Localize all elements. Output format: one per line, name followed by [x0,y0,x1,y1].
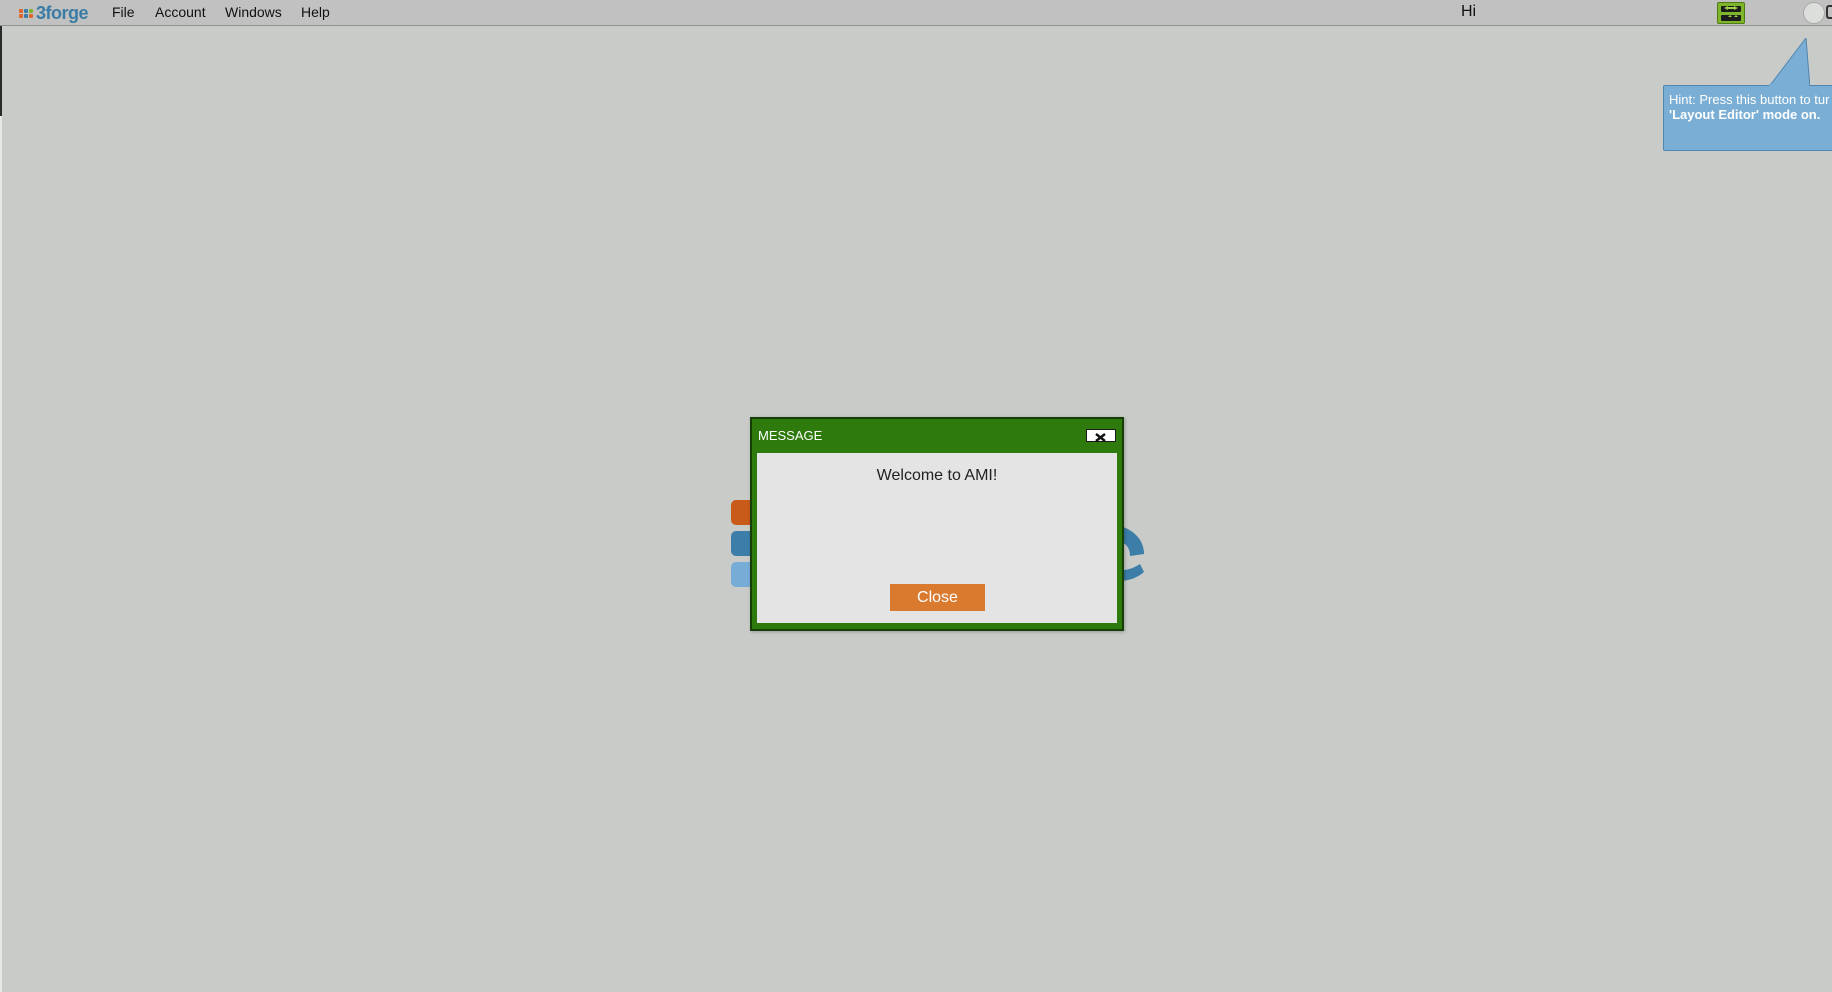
panel-edge-icon[interactable] [1826,5,1832,19]
app-logo[interactable]: 3forge [19,2,89,23]
hint-line-1: Hint: Press this button to tur [1669,92,1830,107]
left-edge-marker [0,26,2,116]
menu-file[interactable]: File [112,4,135,20]
message-dialog: MESSAGE Welcome to AMI! Close [750,417,1124,631]
dialog-message: Welcome to AMI! [876,467,998,484]
hint-bubble: Hint: Press this button to tur 'Layout E… [1663,30,1832,155]
hint-pointer-icon [1768,38,1810,88]
close-icon [1095,433,1106,442]
user-greeting: Hi [1461,3,1477,20]
menu-account[interactable]: Account [155,4,206,20]
close-button[interactable]: Close [890,584,985,611]
layout-editor-button[interactable] [1717,2,1745,24]
layout-arrows-icon [1724,6,1738,17]
left-edge-track [0,116,2,992]
hint-joint [1769,84,1809,88]
logo-text: 3forge [36,2,89,23]
menu-help[interactable]: Help [301,4,330,20]
logo-dots-icon [19,8,33,18]
menu-windows[interactable]: Windows [225,4,282,20]
hint-text-box: Hint: Press this button to tur 'Layout E… [1663,85,1832,151]
status-circle-icon[interactable] [1803,2,1825,24]
menu-bar: 3forge File Account Windows Help Hi [0,0,1832,26]
hint-line-2: 'Layout Editor' mode on. [1669,107,1821,122]
dialog-body: Welcome to AMI! Close [757,453,1117,623]
dialog-close-button[interactable] [1086,429,1116,442]
dialog-title: MESSAGE [758,428,823,443]
